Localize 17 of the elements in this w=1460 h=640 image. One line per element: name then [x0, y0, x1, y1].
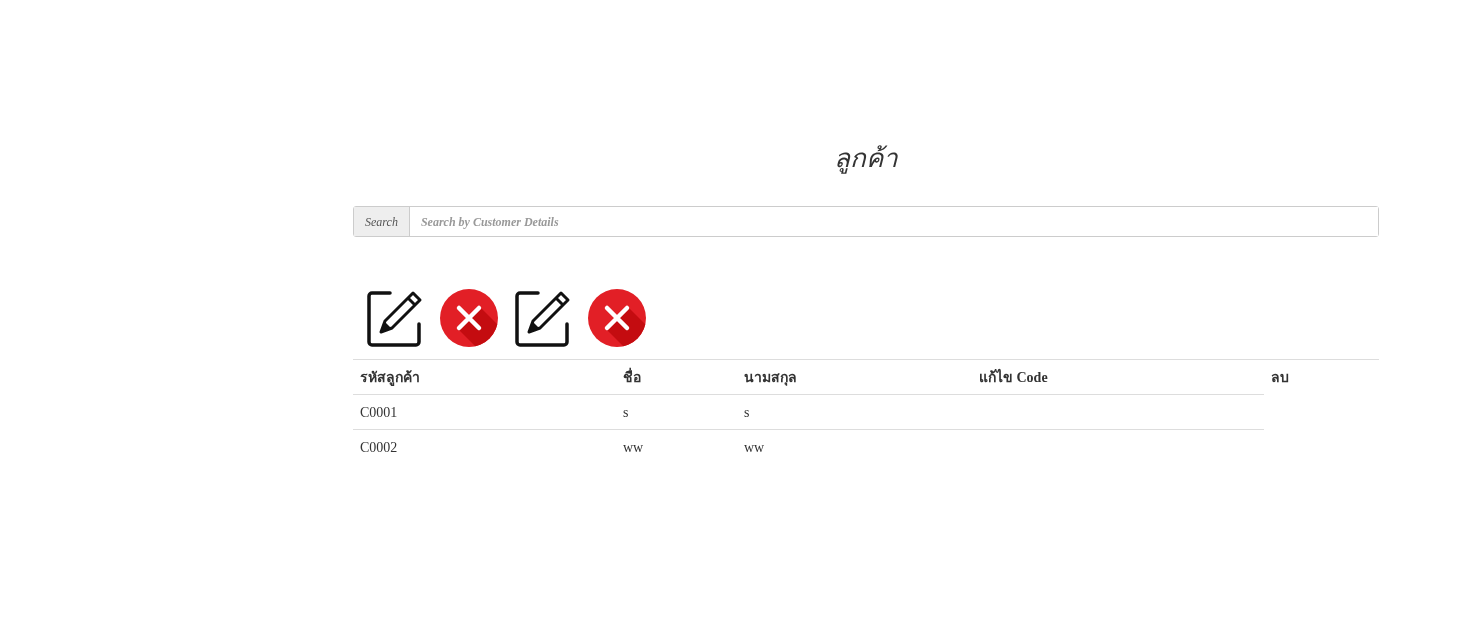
page-title: ลูกค้า [833, 142, 899, 176]
column-header: ลบ [1264, 359, 1379, 395]
column-header: แก้ไข Code [972, 359, 1264, 395]
search-field[interactable]: Search Search by Customer Details [353, 206, 1379, 237]
delete-icon[interactable] [588, 289, 646, 347]
table-cell: C0002 [353, 429, 616, 465]
table-cell: s [737, 394, 972, 430]
column-header: รหัสลูกค้า [353, 359, 616, 395]
table-cell: ww [616, 429, 737, 465]
table-cell: s [616, 394, 737, 430]
column-header: ชื่อ [616, 359, 737, 395]
delete-icon[interactable] [440, 289, 498, 347]
edit-icon[interactable] [514, 289, 572, 347]
column-header: นามสกุล [737, 359, 972, 395]
edit-icon[interactable] [366, 289, 424, 347]
table-cell: C0001 [353, 394, 616, 430]
table-cell: ww [737, 429, 972, 465]
